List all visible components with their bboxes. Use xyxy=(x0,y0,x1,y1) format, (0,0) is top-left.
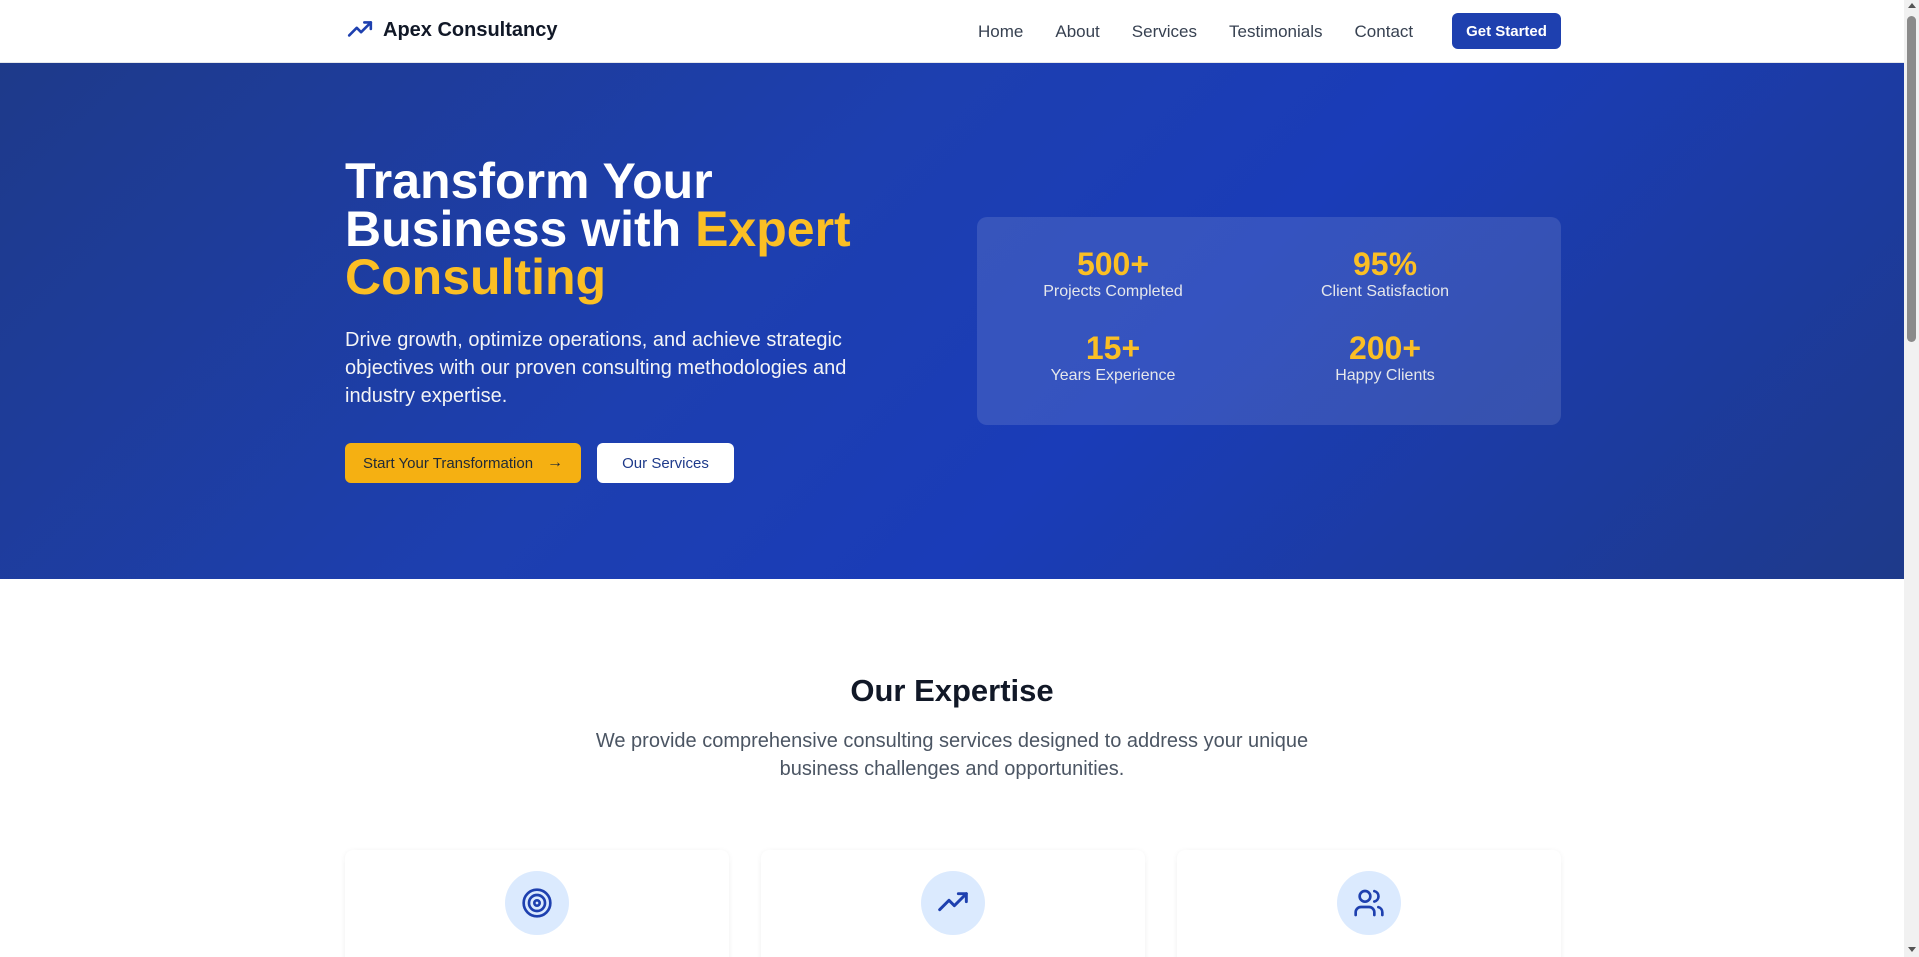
nav-link-about[interactable]: About xyxy=(1055,22,1099,42)
stats-panel: 500+ Projects Completed 95% Client Satis… xyxy=(977,217,1561,425)
stat-value: 95% xyxy=(1352,246,1418,282)
stat-satisfaction: 95% Client Satisfaction xyxy=(1249,245,1521,301)
stat-value: 15+ xyxy=(1085,330,1141,366)
trending-up-icon xyxy=(347,21,373,37)
start-transformation-label: Start Your Transformation xyxy=(362,454,534,472)
expertise-card[interactable] xyxy=(761,850,1145,957)
stat-clients: 200+ Happy Clients xyxy=(1249,329,1521,385)
card-icon-circle xyxy=(505,871,569,935)
target-icon xyxy=(522,888,552,918)
page-scrollbar[interactable] xyxy=(1904,0,1919,957)
expertise-subtitle: We provide comprehensive consulting serv… xyxy=(595,730,1309,780)
card-icon-circle xyxy=(921,871,985,935)
scroll-up-arrow[interactable] xyxy=(1908,3,1916,8)
nav-links: Home About Services Testimonials Contact xyxy=(978,22,1413,42)
our-services-button[interactable]: Our Services xyxy=(597,443,734,483)
scroll-down-arrow[interactable] xyxy=(1908,947,1916,952)
start-transformation-button[interactable]: Start Your Transformation → xyxy=(345,443,581,483)
nav-link-contact[interactable]: Contact xyxy=(1355,22,1414,42)
stat-years: 15+ Years Experience xyxy=(977,329,1249,385)
trending-up-icon xyxy=(938,892,968,912)
nav-link-home[interactable]: Home xyxy=(978,22,1023,42)
stat-label: Happy Clients xyxy=(1335,367,1435,384)
nav-link-testimonials[interactable]: Testimonials xyxy=(1229,22,1323,42)
stat-label: Years Experience xyxy=(1050,367,1176,384)
page: Apex Consultancy Home About Services Tes… xyxy=(0,0,1904,957)
nav-link-services[interactable]: Services xyxy=(1132,22,1197,42)
users-icon xyxy=(1354,889,1384,917)
get-started-button[interactable]: Get Started xyxy=(1452,13,1561,49)
scroll-thumb[interactable] xyxy=(1907,16,1916,342)
hero-title-main: Transform Your Business with xyxy=(345,153,713,257)
top-nav: Apex Consultancy Home About Services Tes… xyxy=(0,0,1904,63)
stat-projects: 500+ Projects Completed xyxy=(977,245,1249,301)
arrow-right-icon: → xyxy=(547,454,564,471)
hero-subtitle: Drive growth, optimize operations, and a… xyxy=(345,329,847,407)
hero-title: Transform Your Business with Expert Cons… xyxy=(345,156,905,302)
brand-name: Apex Consultancy xyxy=(383,18,558,41)
stat-label: Projects Completed xyxy=(1043,283,1183,300)
expertise-card[interactable] xyxy=(1177,850,1561,957)
expertise-card[interactable] xyxy=(345,850,729,957)
stat-label: Client Satisfaction xyxy=(1320,283,1450,300)
stat-value: 500+ xyxy=(1076,246,1150,282)
expertise-title: Our Expertise xyxy=(850,673,1054,708)
card-icon-circle xyxy=(1337,871,1401,935)
stat-value: 200+ xyxy=(1348,330,1422,366)
brand-logo[interactable]: Apex Consultancy xyxy=(345,17,557,43)
hero-section: Transform Your Business with Expert Cons… xyxy=(0,63,1904,579)
